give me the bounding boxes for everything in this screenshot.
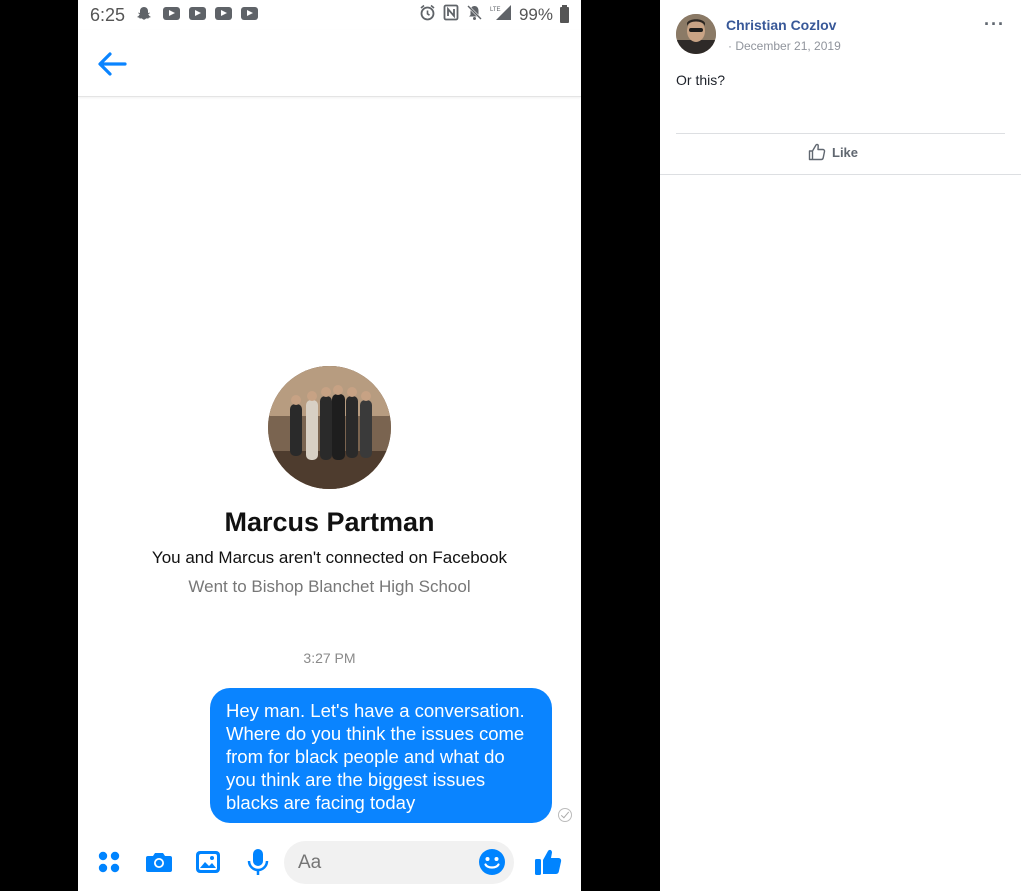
more-options-button[interactable]: ··· [984,14,1005,35]
emoji-icon [479,849,505,875]
gallery-button[interactable] [193,847,223,877]
message-bubble-sent[interactable]: Hey man. Let's have a conversation. Wher… [210,688,552,823]
four-dots-icon [98,851,120,873]
connection-note: You and Marcus aren't connected on Faceb… [151,548,508,567]
messenger-screenshot: 6:25 LTE 99% Marcus Partman You and Marc… [78,0,581,891]
profile-school: Went to Bishop Blanchet High School [188,577,471,596]
status-time: 6:25 [90,5,126,25]
lte-signal-icon: LTE [490,4,512,26]
status-bar: 6:25 LTE 99% [78,0,581,30]
youtube-icon [189,7,206,20]
voice-button[interactable] [243,847,273,877]
like-label: Like [832,144,859,160]
battery-icon [560,5,569,23]
message-timestamp: 3:27 PM [303,650,356,666]
author-avatar[interactable] [676,14,716,54]
alarm-icon [419,4,436,26]
thumbs-up-button[interactable] [533,847,563,877]
profile-avatar[interactable] [268,366,391,489]
more-actions-button[interactable] [94,847,124,877]
nfc-icon [443,4,459,26]
battery-level: 99% [518,5,553,24]
arrow-left-icon [98,52,127,76]
status-icons-left [136,6,258,21]
author-name[interactable]: Christian Cozlov [726,17,836,33]
facebook-comment-panel: Christian Cozlov · December 21, 2019 ···… [660,0,1021,891]
youtube-icon [215,7,232,20]
post-date-text: December 21, 2019 [735,39,841,53]
snapchat-icon [136,6,154,21]
divider [676,133,1005,134]
post-date[interactable]: · December 21, 2019 [728,39,841,53]
facebook-post: Christian Cozlov · December 21, 2019 ···… [660,0,1021,175]
post-text: Or this? [676,72,726,88]
profile-name: Marcus Partman [224,507,435,537]
youtube-icon [241,7,258,20]
conversation-header [78,30,581,97]
youtube-icon [163,7,180,20]
message-composer [78,838,581,891]
microphone-icon [247,849,269,875]
camera-icon [146,853,172,872]
camera-button[interactable] [144,847,174,877]
back-button[interactable] [94,46,130,82]
status-icons-right: LTE 99% [419,4,569,26]
notifications-off-icon [466,4,483,26]
thumbs-up-outline-icon [808,143,826,161]
image-icon [196,851,220,873]
emoji-button[interactable] [477,847,507,877]
like-button[interactable]: Like [808,143,858,161]
sent-check-icon [558,808,572,822]
thumbs-up-icon [535,849,562,875]
svg-text:LTE: LTE [490,7,501,13]
